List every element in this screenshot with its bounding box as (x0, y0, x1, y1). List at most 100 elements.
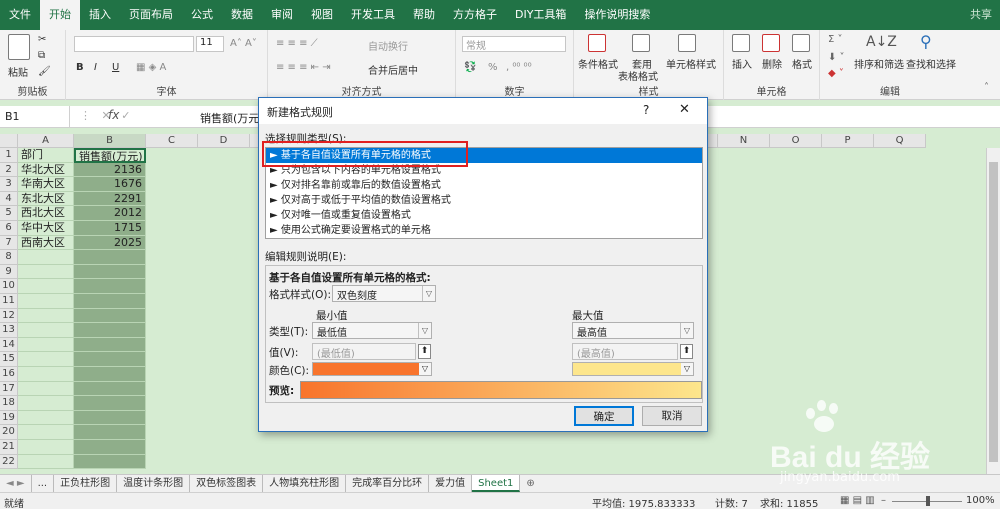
cell[interactable] (74, 352, 146, 367)
cell[interactable] (18, 454, 74, 470)
ribbon-tab[interactable]: 操作说明搜索 (575, 0, 659, 30)
zoom-slider-thumb[interactable] (926, 496, 930, 506)
min-type-dropdown[interactable]: 最低值 ▽ (312, 322, 432, 339)
cell[interactable] (74, 410, 146, 426)
sheet-tab[interactable]: 正负柱形图 (54, 475, 118, 492)
autosum-icon[interactable]: Σ ˅ (828, 34, 843, 45)
cell[interactable] (74, 454, 146, 470)
sort-filter-button[interactable]: 排序和筛选 (854, 56, 904, 71)
ribbon-tab[interactable]: 文件 (0, 0, 40, 30)
cell[interactable] (18, 294, 74, 309)
cell[interactable] (74, 367, 146, 382)
cut-icon[interactable]: ✂ (38, 34, 46, 45)
min-value-range-icon[interactable]: ⬆ (418, 344, 431, 359)
insert-cells-icon[interactable] (732, 34, 750, 52)
add-sheet-icon[interactable]: ⊕ (520, 475, 540, 492)
row-header[interactable]: 10 (0, 279, 18, 294)
min-value-input[interactable]: (最低值) (312, 343, 416, 360)
border-icon[interactable]: ▦ ◈ A (136, 62, 166, 73)
cell[interactable]: 2025 (74, 235, 146, 251)
row-header[interactable]: 13 (0, 323, 18, 338)
sort-filter-icon[interactable]: A↓Z (866, 34, 897, 50)
help-icon[interactable]: ? (643, 103, 649, 117)
fill-icon[interactable]: ⬇ ˅ (828, 52, 845, 63)
cell[interactable] (18, 264, 74, 280)
row-header[interactable]: 4 (0, 191, 18, 207)
cell[interactable] (18, 425, 74, 440)
cell[interactable] (18, 381, 74, 397)
bold-button[interactable]: B (76, 62, 84, 73)
rule-type-item[interactable]: ► 仅对排名靠前或靠后的数值设置格式 (266, 178, 702, 193)
row-header[interactable]: 22 (0, 454, 18, 470)
row-header[interactable]: 6 (0, 221, 18, 236)
ribbon-tab[interactable]: 开发工具 (342, 0, 404, 30)
sheet-tab[interactable]: 人物填充柱形图 (263, 475, 347, 492)
clear-icon[interactable]: ◆ ˅ (828, 68, 844, 79)
row-header[interactable]: 7 (0, 235, 18, 251)
cell[interactable] (18, 323, 74, 338)
cell[interactable]: 华北大区 (18, 162, 74, 178)
row-header[interactable]: 21 (0, 440, 18, 455)
row-header[interactable]: 17 (0, 381, 18, 397)
cell[interactable] (18, 410, 74, 426)
font-size-dropdown[interactable]: 11 (196, 36, 224, 52)
font-grow-icon[interactable]: A˄ A˅ (230, 38, 257, 49)
column-header[interactable]: P (822, 134, 874, 148)
ribbon-tab[interactable]: 方方格子 (444, 0, 506, 30)
cell[interactable]: 2136 (74, 162, 146, 178)
column-header[interactable]: A (18, 134, 74, 148)
row-header[interactable]: 1 (0, 148, 18, 163)
ribbon-tab[interactable]: 数据 (222, 0, 262, 30)
ok-button[interactable]: 确定 (574, 406, 634, 426)
copy-icon[interactable]: ⧉ (38, 50, 45, 61)
rule-type-item[interactable]: ► 仅对唯一值或重复值设置格式 (266, 208, 702, 223)
ribbon-tab[interactable]: 插入 (80, 0, 120, 30)
cell[interactable] (18, 367, 74, 382)
sheet-tab[interactable]: 完成率百分比环 (346, 475, 430, 492)
max-type-dropdown[interactable]: 最高值 ▽ (572, 322, 694, 339)
insert-function-icon[interactable]: fx (108, 108, 119, 122)
row-header[interactable]: 9 (0, 264, 18, 280)
formula-cancel-enter-icons[interactable]: ⋮ ✕ ✓ (80, 109, 130, 122)
ribbon-tab[interactable]: 页面布局 (120, 0, 182, 30)
ribbon-tab[interactable]: 审阅 (262, 0, 302, 30)
cell[interactable] (74, 250, 146, 265)
cell[interactable]: 部门 (18, 148, 74, 163)
vertical-scrollbar[interactable] (986, 148, 1000, 474)
ribbon-tab[interactable]: 公式 (182, 0, 222, 30)
cell[interactable] (74, 264, 146, 280)
sheet-tab[interactable]: 双色标签图表 (190, 475, 264, 492)
row-header[interactable]: 15 (0, 352, 18, 367)
sheet-tab[interactable]: 温度计条形图 (117, 475, 191, 492)
ribbon-tab[interactable]: 开始 (40, 0, 80, 30)
cell[interactable] (18, 279, 74, 294)
merge-center-button[interactable]: 合并后居中 (368, 62, 418, 77)
number-format-dropdown[interactable]: 常规 (462, 36, 566, 52)
select-all-corner[interactable] (0, 134, 18, 148)
column-header[interactable]: C (146, 134, 198, 148)
search-icon[interactable]: ⚲ (920, 32, 932, 51)
align-top-icon[interactable]: ≡ ≡ ≡ ⟋ (276, 38, 318, 49)
cell[interactable]: 东北大区 (18, 191, 74, 207)
row-header[interactable]: 2 (0, 162, 18, 178)
cell[interactable] (74, 425, 146, 440)
cell[interactable]: 1676 (74, 177, 146, 192)
scrollbar-thumb[interactable] (989, 162, 998, 462)
cell[interactable] (74, 323, 146, 338)
sheet-tab[interactable]: 爱力值 (429, 475, 473, 492)
ribbon-tab[interactable]: DIY工具箱 (506, 0, 575, 30)
paste-button[interactable]: 粘贴 (8, 64, 28, 79)
percent-button[interactable]: % (488, 62, 498, 73)
share-button[interactable]: 共享 (961, 0, 1000, 30)
wrap-text-button[interactable]: 自动换行 (368, 38, 408, 53)
view-mode-icons[interactable]: ▦ ▤ ▥ – (840, 495, 886, 506)
rule-type-item[interactable]: ► 使用公式确定要设置格式的单元格 (266, 223, 702, 238)
row-header[interactable]: 11 (0, 294, 18, 309)
sheet-tab[interactable]: Sheet1 (472, 475, 521, 492)
rule-type-item[interactable]: ► 仅对高于或低于平均值的数值设置格式 (266, 193, 702, 208)
cell[interactable] (74, 337, 146, 353)
cell-style-icon[interactable] (678, 34, 696, 52)
cell[interactable]: 西南大区 (18, 235, 74, 251)
cell[interactable]: 西北大区 (18, 206, 74, 221)
name-box[interactable]: B1 (0, 106, 70, 128)
